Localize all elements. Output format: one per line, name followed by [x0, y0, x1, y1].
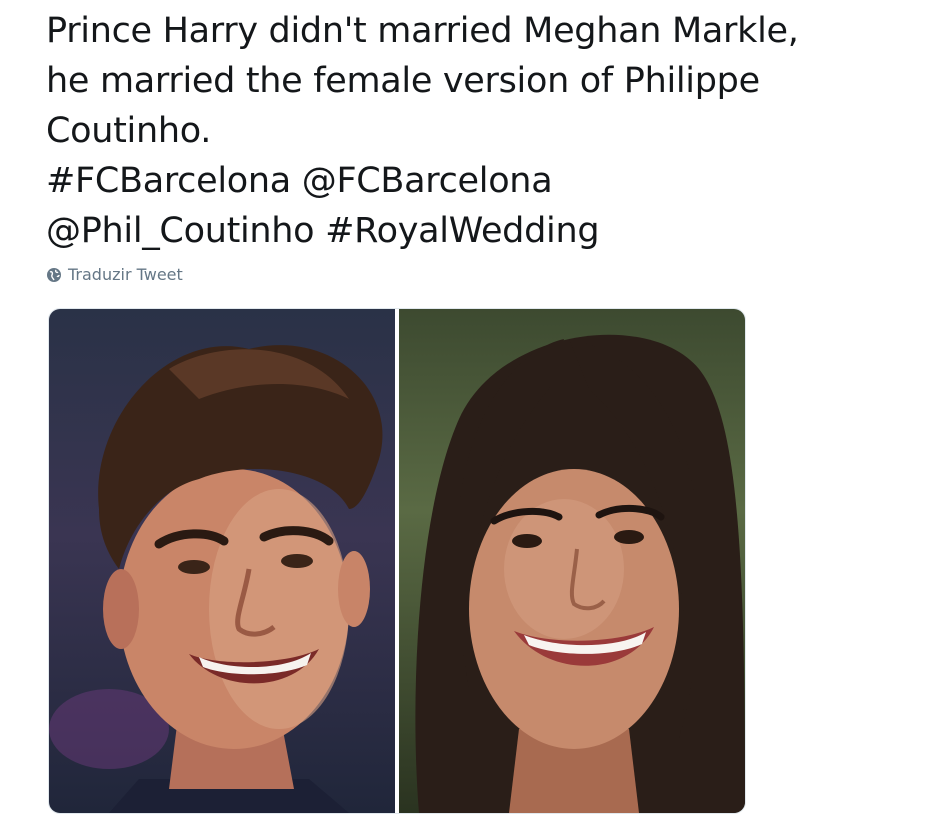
tweet-text-line: he married the female version of Philipp… [46, 61, 760, 101]
tweet-text-line: Coutinho. [46, 111, 212, 151]
tweet-media[interactable] [48, 308, 746, 814]
tweet-hashtag-line[interactable]: #FCBarcelona @FCBarcelona [46, 156, 916, 206]
translate-tweet-link[interactable]: Traduzir Tweet [46, 265, 183, 284]
photo-woman[interactable] [399, 309, 745, 813]
man-portrait-illustration [49, 345, 383, 813]
tweet-text-line: Prince Harry didn't married Meghan Markl… [46, 11, 799, 51]
photo-man[interactable] [49, 309, 395, 813]
woman-portrait-illustration [415, 334, 745, 813]
tweet-mention-line[interactable]: @Phil_Coutinho #RoyalWedding [46, 206, 916, 256]
globe-icon [46, 267, 62, 283]
tweet-text: Prince Harry didn't married Meghan Markl… [46, 6, 916, 256]
translate-label: Traduzir Tweet [68, 265, 183, 284]
